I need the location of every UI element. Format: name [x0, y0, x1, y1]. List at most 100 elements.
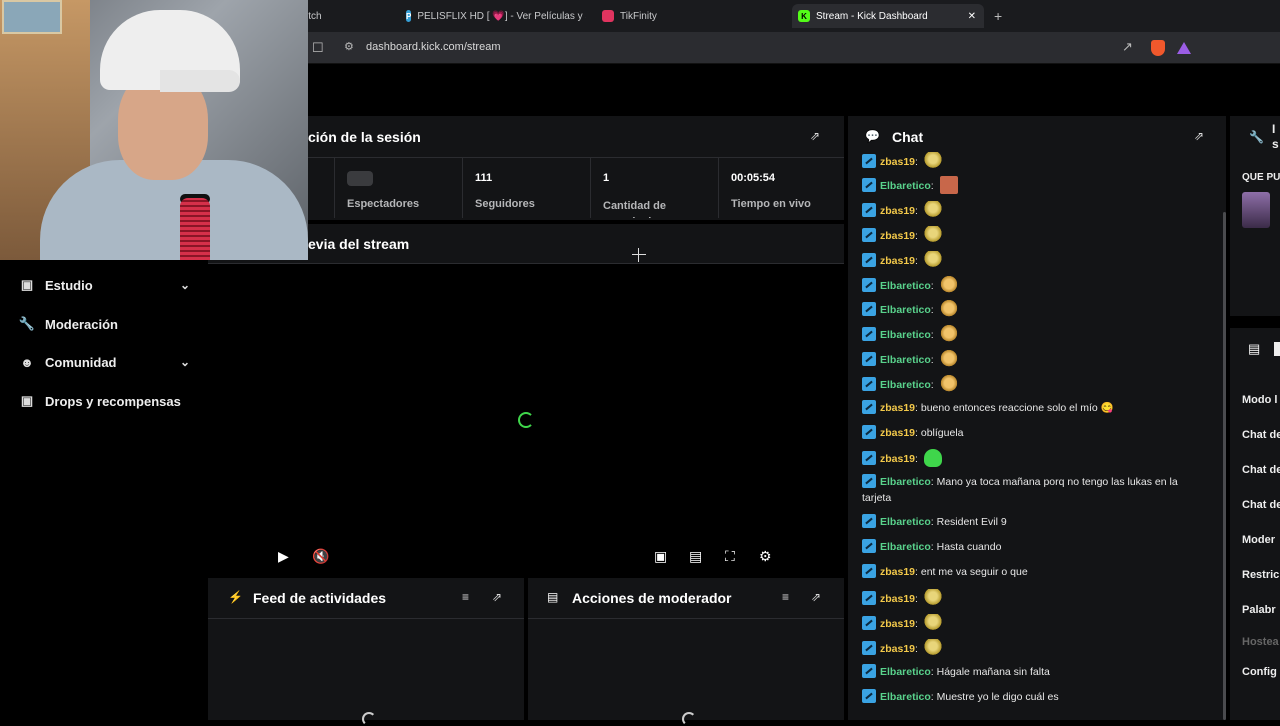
sidebar-item-drops[interactable]: ▣ Drops y recompensas: [18, 390, 190, 412]
chat-username[interactable]: zbas19: [880, 566, 915, 578]
chat-separator: :: [915, 453, 921, 465]
theater-mode-icon[interactable]: ▤: [689, 548, 702, 565]
popout-icon[interactable]: ⇗: [811, 590, 821, 604]
sidebar-item-label: Drops y recompensas: [45, 393, 181, 409]
chat-message: Elbaretico:: [862, 176, 1207, 194]
crosshair-cursor-icon: [632, 248, 646, 262]
sidebar-item-label: Estudio: [45, 277, 93, 293]
chat-username[interactable]: Elbaretico: [880, 379, 931, 391]
moderator-badge-icon: [862, 377, 876, 391]
moderator-badge-icon: [862, 474, 876, 488]
pinned-message-label: QUE PU: [1242, 172, 1280, 183]
chat-emote-icon: [923, 449, 942, 467]
chat-message: Elbaretico: Resident Evil 9: [862, 514, 1207, 530]
chat-username[interactable]: Elbaretico: [880, 280, 931, 292]
tab-pelisflix[interactable]: P PELISFLIX HD [ 💗] - Ver Películas y S: [406, 4, 586, 28]
popout-icon[interactable]: ⇗: [492, 590, 502, 604]
fullscreen-icon[interactable]: ⛶: [725, 548, 735, 565]
chat-username[interactable]: Elbaretico: [880, 666, 931, 678]
chat-setting-item[interactable]: Chat de: [1242, 429, 1280, 441]
moderator-badge-icon: [862, 302, 876, 316]
moderator-badge-icon: [862, 253, 876, 267]
chat-username[interactable]: zbas19: [880, 453, 915, 465]
chat-emote-icon: [923, 589, 942, 607]
chat-message-list[interactable]: zbas19: Elbaretico: zbas19: zbas19: zbas…: [862, 152, 1212, 720]
url-field[interactable]: dashboard.kick.com/stream: [366, 41, 501, 53]
brave-shield-icon[interactable]: [1151, 40, 1165, 56]
picture-in-picture-icon[interactable]: ▣: [654, 548, 667, 565]
popout-icon[interactable]: ⇗: [1194, 129, 1204, 143]
site-settings-icon[interactable]: ⚙: [344, 40, 354, 53]
brave-rewards-icon[interactable]: [1177, 42, 1191, 54]
tab-kick-dashboard[interactable]: K Stream - Kick Dashboard ✕: [792, 4, 984, 28]
chat-username[interactable]: Elbaretico: [880, 329, 931, 341]
chat-emote-icon: [923, 614, 942, 632]
share-icon[interactable]: ↗: [1122, 39, 1133, 55]
loading-spinner-icon: [362, 712, 376, 726]
chat-username[interactable]: Elbaretico: [880, 304, 931, 316]
chat-setting-item[interactable]: Chat de: [1242, 464, 1280, 476]
close-tab-icon[interactable]: ✕: [968, 11, 976, 22]
popout-icon[interactable]: ⇗: [810, 129, 820, 143]
wrench-icon: 🔧: [1249, 130, 1264, 144]
chat-username[interactable]: zbas19: [880, 643, 915, 655]
chat-username[interactable]: zbas19: [880, 402, 915, 414]
stat-label: Cantidad de suscripciones: [603, 200, 677, 218]
filter-icon[interactable]: ≡: [782, 590, 789, 604]
moderator-badge-icon: [862, 327, 876, 341]
chat-setting-item[interactable]: Restric: [1242, 569, 1279, 581]
chat-username[interactable]: Elbaretico: [880, 516, 931, 528]
chat-message: zbas19:: [862, 449, 1207, 467]
chevron-down-icon[interactable]: ⌄: [180, 355, 190, 369]
chat-username[interactable]: Elbaretico: [880, 541, 931, 553]
viewer-count-placeholder: [347, 171, 373, 186]
stat-label: Tiempo en vivo: [731, 198, 811, 210]
divider: [208, 618, 524, 619]
chat-settings-panel: [1230, 328, 1280, 720]
chat-message: Elbaretico:: [862, 325, 1207, 343]
settings-gear-icon[interactable]: ⚙: [759, 548, 772, 565]
chat-username[interactable]: zbas19: [880, 618, 915, 630]
mute-icon[interactable]: 🔇: [312, 548, 329, 565]
stat-label: Seguidores: [475, 198, 535, 210]
chat-username[interactable]: Elbaretico: [880, 691, 931, 703]
chat-username[interactable]: zbas19: [880, 255, 915, 267]
video-player[interactable]: [208, 264, 844, 574]
sidebar-item-comunidad[interactable]: ☻ Comunidad ⌄: [18, 351, 190, 373]
chat-username[interactable]: zbas19: [880, 230, 915, 242]
tab-label: itch: [306, 10, 322, 22]
chat-username[interactable]: zbas19: [880, 427, 915, 439]
chevron-down-icon[interactable]: ⌄: [180, 278, 190, 292]
chat-bubble-icon: 💬: [865, 129, 880, 143]
chat-username[interactable]: zbas19: [880, 156, 915, 168]
sidebar-item-estudio[interactable]: ▣ Estudio ⌄: [18, 274, 190, 296]
new-tab-icon[interactable]: +: [994, 8, 1002, 24]
tab-tikfinity[interactable]: TikFinity: [602, 4, 657, 28]
chat-message-text: Hágale mañana sin falta: [936, 666, 1050, 678]
chat-setting-item[interactable]: Hostea: [1242, 636, 1279, 648]
tab-itch[interactable]: itch: [306, 4, 322, 28]
community-icon: ☻: [20, 354, 34, 370]
bookmark-icon[interactable]: ☐: [312, 40, 324, 56]
chat-message: Elbaretico: Muestre yo le digo cuál es: [862, 689, 1207, 705]
chat-username[interactable]: zbas19: [880, 593, 915, 605]
filter-icon[interactable]: ≡: [462, 590, 469, 604]
chat-setting-item[interactable]: Config: [1242, 666, 1277, 678]
chat-separator: :: [915, 230, 921, 242]
chat-setting-item[interactable]: Moder: [1242, 534, 1275, 546]
gift-icon: ▣: [20, 393, 34, 408]
chat-message: zbas19:: [862, 201, 1207, 219]
chat-setting-item[interactable]: Modo l: [1242, 394, 1277, 406]
moderator-badge-icon: [862, 664, 876, 678]
chat-username[interactable]: zbas19: [880, 205, 915, 217]
chat-setting-item[interactable]: Chat de: [1242, 499, 1280, 511]
chat-username[interactable]: Elbaretico: [880, 354, 931, 366]
chat-scrollbar[interactable]: [1223, 212, 1226, 720]
chat-separator: :: [930, 304, 937, 316]
chat-username[interactable]: Elbaretico: [880, 476, 931, 488]
sidebar-item-moderacion[interactable]: 🔧 Moderación: [18, 313, 190, 335]
chat-username[interactable]: Elbaretico: [880, 180, 931, 192]
chat-setting-item[interactable]: Palabr: [1242, 604, 1276, 616]
play-icon[interactable]: ▶: [278, 548, 289, 565]
chat-message: zbas19:: [862, 226, 1207, 244]
